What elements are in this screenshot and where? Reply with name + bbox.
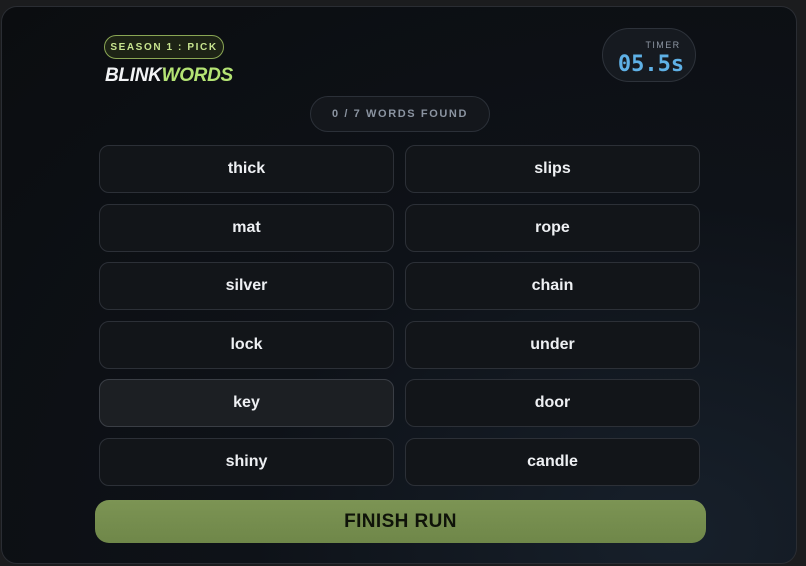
word-tile[interactable]: slips xyxy=(405,145,700,193)
finish-run-button[interactable]: FINISH RUN xyxy=(95,500,706,543)
word-tile[interactable]: chain xyxy=(405,262,700,310)
word-tile[interactable]: lock xyxy=(99,321,394,369)
word-tile[interactable]: mat xyxy=(99,204,394,252)
words-found-counter: 0 / 7 WORDS FOUND xyxy=(310,96,490,132)
timer-display: TIMER 05.5s xyxy=(602,28,696,82)
game-window: SEASON 1 : PICK BLINKWORDS TIMER 05.5s 0… xyxy=(1,6,797,564)
word-tile[interactable]: door xyxy=(405,379,700,427)
game-logo: BLINKWORDS xyxy=(105,65,233,87)
timer-value: 05.5s xyxy=(617,52,685,77)
season-badge: SEASON 1 : PICK xyxy=(104,35,224,59)
logo-words: WORDS xyxy=(161,65,234,86)
word-tile[interactable]: key xyxy=(99,379,394,427)
timer-label: TIMER xyxy=(645,40,681,50)
word-tile[interactable]: candle xyxy=(405,438,700,486)
word-tile[interactable]: silver xyxy=(99,262,394,310)
word-tile[interactable]: rope xyxy=(405,204,700,252)
logo-blink: BLINK xyxy=(105,65,162,86)
word-tile[interactable]: thick xyxy=(99,145,394,193)
word-tile[interactable]: shiny xyxy=(99,438,394,486)
word-tile[interactable]: under xyxy=(405,321,700,369)
